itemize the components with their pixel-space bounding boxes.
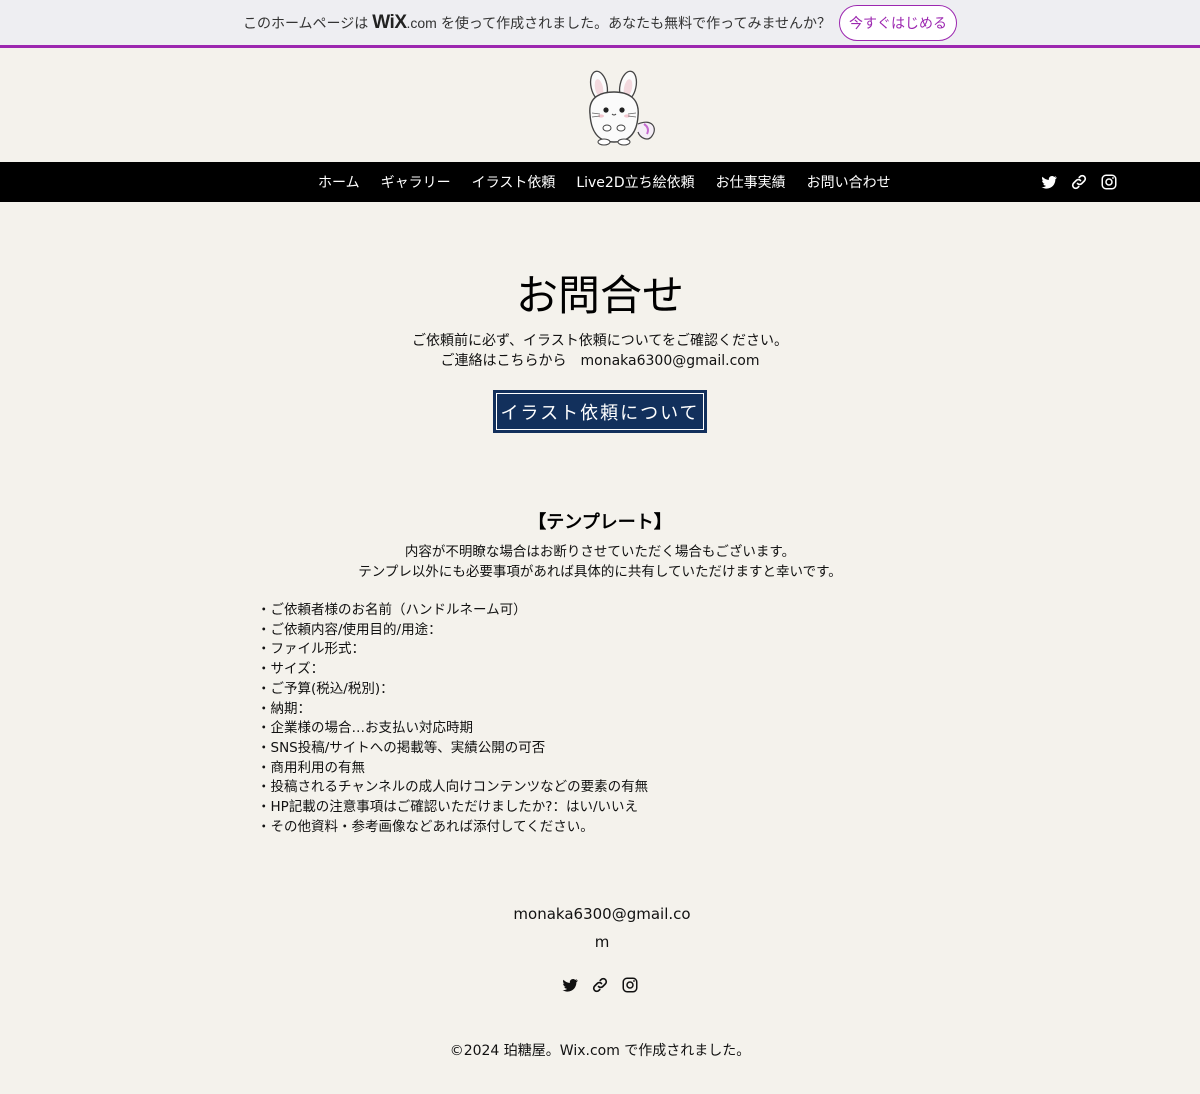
instagram-icon[interactable] (621, 976, 639, 994)
copyright-text: ©2024 珀糖屋。Wix.com で作成されました。 (449, 1043, 751, 1059)
nav-item-home[interactable]: ホーム (318, 172, 360, 192)
list-item: ・ご予算(税込/税別)： (257, 680, 394, 697)
footer-social-links (561, 976, 639, 994)
illustration-request-button[interactable]: イラスト依頼について (493, 390, 707, 433)
nav-item-illustration-request[interactable]: イラスト依頼 (472, 172, 556, 192)
site-logo[interactable] (582, 66, 662, 150)
nav-item-gallery[interactable]: ギャラリー (381, 172, 451, 192)
list-item: ・納期： (257, 700, 311, 717)
twitter-icon[interactable] (1040, 173, 1058, 191)
template-note-2: テンプレ以外にも必要事項があれば具体的に共有していただけますと幸いです。 (358, 563, 842, 580)
template-notes: 内容が不明瞭な場合はお断りさせていただく場合もございます。 テンプレ以外にも必要… (0, 543, 1200, 582)
intro-line-2: ご連絡はこちらから monaka6300@gmail.com (440, 353, 760, 369)
link-icon[interactable] (591, 976, 609, 994)
wix-logo[interactable]: WiX.com (372, 12, 437, 34)
footer-email[interactable]: monaka6300@gmail.com (510, 900, 694, 956)
list-item: ・ご依頼者様のお名前（ハンドルネーム可） (257, 602, 527, 618)
template-heading: 【テンプレート】 (528, 512, 672, 533)
template-list: ・ご依頼者様のお名前（ハンドルネーム可） ・ご依頼内容/使用目的/用途： ・ファ… (257, 601, 648, 837)
list-item: ・投稿されるチャンネルの成人向けコンテンツなどの要素の有無 (257, 779, 649, 796)
nav-menu: ホーム ギャラリー イラスト依頼 Live2D立ち絵依頼 お仕事実績 お問い合わ… (318, 162, 891, 202)
twitter-icon[interactable] (561, 976, 579, 994)
list-item: ・ご依頼内容/使用目的/用途： (257, 621, 442, 638)
nav-social-links (1040, 173, 1118, 191)
banner-text-after: を使って作成されました。あなたも無料で作ってみませんか？ (440, 15, 832, 32)
wix-ad-banner: このホームページは WiX.com を使って作成されました。あなたも無料で作って… (0, 0, 1200, 48)
banner-text-before: このホームページは (242, 15, 369, 32)
list-item: ・SNS投稿/サイトへの掲載等、実績公開の可否 (257, 739, 546, 756)
list-item: ・HP記載の注意事項はご確認いただけましたか?：はい/いいえ (257, 799, 639, 816)
intro-line-1: ご依頼前に必ず、イラスト依頼についてをご確認ください。 (411, 333, 789, 349)
instagram-icon[interactable] (1100, 173, 1118, 191)
link-icon[interactable] (1070, 173, 1088, 191)
main-nav: ホーム ギャラリー イラスト依頼 Live2D立ち絵依頼 お仕事実績 お問い合わ… (0, 162, 1200, 202)
chinchilla-mascot-icon (589, 70, 655, 146)
start-now-button[interactable]: 今すぐはじめる (839, 4, 958, 41)
template-note-1: 内容が不明瞭な場合はお断りさせていただく場合もございます。 (404, 544, 796, 560)
nav-item-contact[interactable]: お問い合わせ (807, 172, 891, 192)
list-item: ・商用利用の有無 (257, 759, 365, 776)
list-item: ・ファイル形式： (257, 641, 365, 658)
intro-text: ご依頼前に必ず、イラスト依頼についてをご確認ください。 ご連絡はこちらから mo… (0, 331, 1200, 371)
nav-item-works[interactable]: お仕事実績 (716, 172, 786, 192)
page-title: お問合せ (515, 271, 684, 320)
list-item: ・企業様の場合…お支払い対応時期 (257, 720, 473, 737)
nav-item-live2d-request[interactable]: Live2D立ち絵依頼 (576, 172, 694, 192)
list-item: ・その他資料・参考画像などあれば添付してください。 (257, 818, 594, 835)
list-item: ・サイズ： (257, 661, 325, 678)
